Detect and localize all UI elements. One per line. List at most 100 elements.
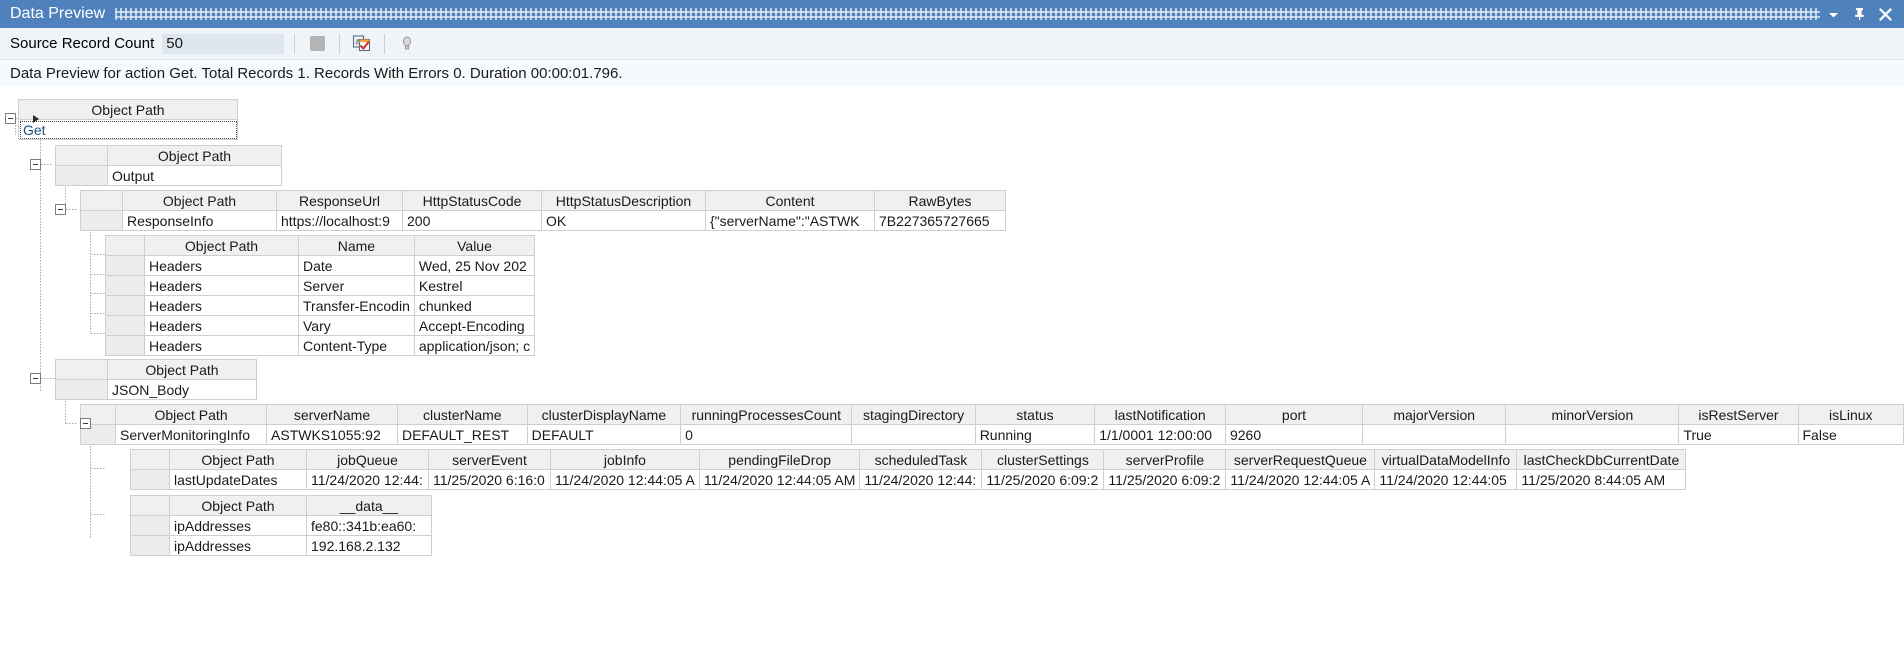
column-header-object-path[interactable]: Object Path [116, 405, 267, 425]
column-header-jobqueue[interactable]: jobQueue [307, 450, 429, 470]
cell-responseurl[interactable]: https://localhost:9 [277, 211, 403, 231]
cell-virtualdatamodelinfo[interactable]: 11/24/2020 12:44:05 [1375, 470, 1517, 490]
column-header-clustersettings[interactable]: clusterSettings [982, 450, 1104, 470]
cell-runningprocessescount[interactable]: 0 [681, 425, 852, 445]
column-header-clusterdisplayname[interactable]: clusterDisplayName [527, 405, 681, 425]
table-row[interactable]: ipAddressesfe80::341b:ea60: [131, 516, 432, 536]
titlebar-drag-grip[interactable] [115, 8, 1820, 20]
column-header-content[interactable]: Content [706, 191, 875, 211]
cell-data[interactable]: fe80::341b:ea60: [307, 516, 432, 536]
cell-object-path[interactable]: ResponseInfo [123, 211, 277, 231]
cell-object-path[interactable]: ipAddresses [170, 516, 307, 536]
column-header-stagingdirectory[interactable]: stagingDirectory [852, 405, 975, 425]
cell-status[interactable]: Running [975, 425, 1095, 445]
cell-port[interactable]: 9260 [1225, 425, 1362, 445]
table-row[interactable]: Get [19, 120, 238, 140]
validate-button[interactable]: if [350, 32, 374, 56]
row-selector-cell[interactable] [106, 296, 145, 316]
cell-object-path[interactable]: Headers [145, 256, 299, 276]
table-row[interactable]: JSON_Body [56, 380, 257, 400]
table-row[interactable]: HeadersContent-Typeapplication/json; c [106, 336, 535, 356]
cell-clustername[interactable]: DEFAULT_REST [397, 425, 527, 445]
column-header-rowselect[interactable] [56, 146, 108, 166]
column-header-object-path[interactable]: Object Path [108, 146, 282, 166]
cell-clusterdisplayname[interactable]: DEFAULT [527, 425, 681, 445]
column-header-jobinfo[interactable]: jobInfo [551, 450, 700, 470]
cell-jobqueue[interactable]: 11/24/2020 12:44: [307, 470, 429, 490]
column-header-httpstatuscode[interactable]: HttpStatusCode [403, 191, 542, 211]
cell-stagingdirectory[interactable] [852, 425, 975, 445]
cell-majorversion[interactable] [1362, 425, 1505, 445]
column-header-isrestserver[interactable]: isRestServer [1679, 405, 1798, 425]
column-header-serverprofile[interactable]: serverProfile [1104, 450, 1226, 470]
row-selector-cell[interactable] [106, 256, 145, 276]
column-header-rowselect[interactable] [131, 496, 170, 516]
row-selector-cell[interactable] [106, 336, 145, 356]
table-row[interactable]: ServerMonitoringInfo ASTWKS1055:92 DEFAU… [81, 425, 1904, 445]
column-header-pendingfiledrop[interactable]: pendingFileDrop [699, 450, 860, 470]
table-row[interactable]: HeadersVaryAccept-Encoding [106, 316, 535, 336]
cell-servername[interactable]: ASTWKS1055:92 [267, 425, 398, 445]
column-header-object-path[interactable]: Object Path [123, 191, 277, 211]
column-header-data[interactable]: __data__ [307, 496, 432, 516]
cell-isrestserver[interactable]: True [1679, 425, 1798, 445]
column-header-object-path[interactable]: Object Path [19, 100, 238, 120]
column-header-responseurl[interactable]: ResponseUrl [277, 191, 403, 211]
column-header-scheduledtask[interactable]: scheduledTask [860, 450, 982, 470]
table-row[interactable]: HeadersDateWed, 25 Nov 202 [106, 256, 535, 276]
cell-object-path[interactable]: ServerMonitoringInfo [116, 425, 267, 445]
table-row[interactable]: ipAddresses192.168.2.132 [131, 536, 432, 556]
column-header-islinux[interactable]: isLinux [1798, 405, 1904, 425]
column-header-serverrequestqueue[interactable]: serverRequestQueue [1226, 450, 1375, 470]
cell-lastnotification[interactable]: 1/1/0001 12:00:00 [1095, 425, 1226, 445]
expander-response-info[interactable] [55, 204, 66, 215]
column-header-value[interactable]: Value [414, 236, 534, 256]
column-header-httpstatusdescription[interactable]: HttpStatusDescription [542, 191, 706, 211]
cell-object-path[interactable]: ipAddresses [170, 536, 307, 556]
column-header-rowselect[interactable] [56, 360, 108, 380]
cell-object-path[interactable]: Headers [145, 316, 299, 336]
column-header-object-path[interactable]: Object Path [108, 360, 257, 380]
table-row[interactable]: Output [56, 166, 282, 186]
cell-serverprofile[interactable]: 11/25/2020 6:09:2 [1104, 470, 1226, 490]
column-header-clustername[interactable]: clusterName [397, 405, 527, 425]
column-header-port[interactable]: port [1225, 405, 1362, 425]
cell-jobinfo[interactable]: 11/24/2020 12:44:05 A [551, 470, 700, 490]
column-header-rowselect[interactable] [81, 191, 123, 211]
cell-rawbytes[interactable]: 7B227365727665 [875, 211, 1006, 231]
cell-object-path[interactable]: Get [19, 120, 238, 140]
cell-scheduledtask[interactable]: 11/24/2020 12:44: [860, 470, 982, 490]
row-selector-cell[interactable] [56, 166, 108, 186]
cell-httpstatuscode[interactable]: 200 [403, 211, 542, 231]
cell-minorversion[interactable] [1506, 425, 1679, 445]
cell-name[interactable]: Transfer-Encodin [299, 296, 415, 316]
cell-value[interactable]: Accept-Encoding [414, 316, 534, 336]
column-header-name[interactable]: Name [299, 236, 415, 256]
cell-name[interactable]: Server [299, 276, 415, 296]
cell-name[interactable]: Date [299, 256, 415, 276]
cell-pendingfiledrop[interactable]: 11/24/2020 12:44:05 AM [699, 470, 860, 490]
row-selector-cell[interactable] [106, 316, 145, 336]
cell-object-path[interactable]: Headers [145, 276, 299, 296]
row-selector-cell[interactable] [131, 470, 170, 490]
row-selector-cell[interactable] [106, 276, 145, 296]
cell-name[interactable]: Vary [299, 316, 415, 336]
column-header-majorversion[interactable]: majorVersion [1362, 405, 1505, 425]
expander-json-body[interactable] [30, 373, 41, 384]
column-header-rawbytes[interactable]: RawBytes [875, 191, 1006, 211]
cell-object-path[interactable]: lastUpdateDates [170, 470, 307, 490]
expander-server-monitoring-info[interactable] [80, 418, 91, 429]
row-selector-cell[interactable] [81, 211, 123, 231]
column-header-lastnotification[interactable]: lastNotification [1095, 405, 1226, 425]
table-row[interactable]: lastUpdateDates 11/24/2020 12:44: 11/25/… [131, 470, 1686, 490]
cell-islinux[interactable]: False [1798, 425, 1904, 445]
column-header-serverevent[interactable]: serverEvent [429, 450, 551, 470]
column-header-lastcheckdbcurrentdate[interactable]: lastCheckDbCurrentDate [1517, 450, 1686, 470]
column-header-virtualdatamodelinfo[interactable]: virtualDataModelInfo [1375, 450, 1517, 470]
column-header-servername[interactable]: serverName [267, 405, 398, 425]
column-header-object-path[interactable]: Object Path [170, 496, 307, 516]
stop-button[interactable] [305, 32, 329, 56]
cell-serverrequestqueue[interactable]: 11/24/2020 12:44:05 A [1226, 470, 1375, 490]
table-row[interactable]: HeadersServerKestrel [106, 276, 535, 296]
pin-icon[interactable] [1846, 2, 1872, 26]
